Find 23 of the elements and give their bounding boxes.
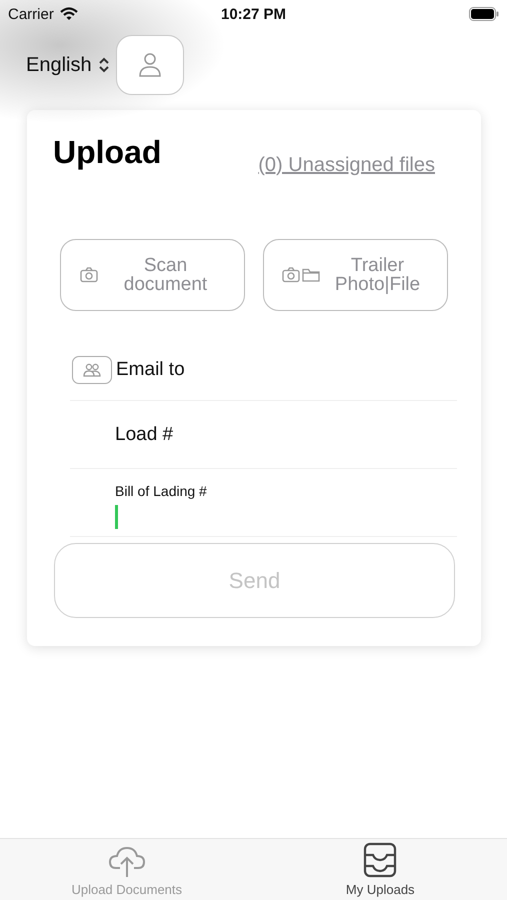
field-label: Bill of Lading # (115, 483, 207, 499)
upload-title: Upload (53, 134, 162, 171)
chevron-up-down-icon (98, 56, 110, 74)
camera-icon (79, 267, 99, 283)
person-icon (138, 52, 162, 78)
camera-folder-icon (282, 267, 320, 283)
wifi-icon (60, 7, 78, 21)
trailer-photo-button[interactable]: Trailer Photo|File (263, 239, 448, 311)
people-icon (82, 362, 102, 376)
tab-button[interactable]: My Uploads (254, 839, 507, 900)
profile-button[interactable] (116, 35, 184, 95)
contacts-button[interactable] (72, 356, 112, 384)
unassigned-files-link[interactable]: (0) Unassigned files (258, 154, 435, 177)
tab-button[interactable]: Upload Documents (0, 839, 254, 900)
carrier-name: Carrier (8, 6, 54, 22)
email-to-field[interactable]: Email to (116, 358, 366, 380)
tray-icon (363, 842, 398, 878)
clock-time: 10:27 PM (220, 6, 286, 22)
scan-document-button[interactable]: Scan document (60, 239, 245, 311)
language-picker[interactable]: English (26, 54, 110, 76)
load-number-field[interactable]: Load # (115, 424, 365, 446)
cloud-upload-icon (108, 846, 146, 878)
battery-icon (469, 7, 500, 21)
